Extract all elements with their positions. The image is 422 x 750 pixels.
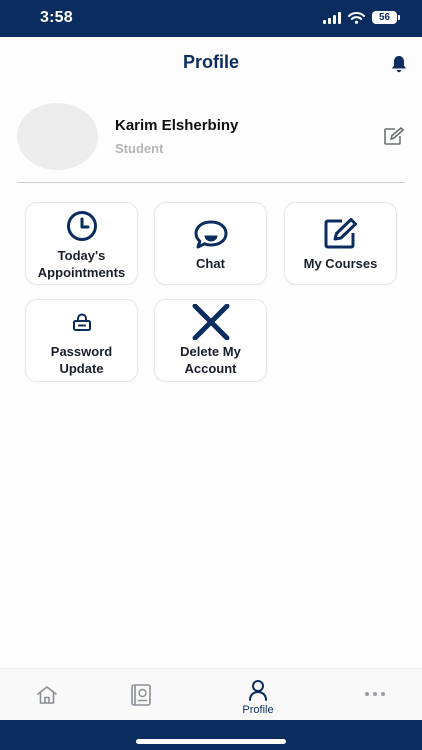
wifi-icon bbox=[348, 11, 365, 24]
chat-tile[interactable]: Chat bbox=[154, 202, 267, 285]
tile-label: My Courses bbox=[303, 256, 378, 271]
tab-profile-label: Profile bbox=[242, 704, 274, 716]
home-indicator-area bbox=[0, 720, 422, 750]
book-icon bbox=[131, 684, 151, 706]
status-icons: 56 bbox=[323, 11, 400, 24]
tab-bar: Profile bbox=[0, 668, 422, 720]
tab-home[interactable] bbox=[17, 669, 77, 721]
bell-icon[interactable] bbox=[389, 54, 409, 74]
tab-more[interactable] bbox=[345, 669, 405, 721]
edit-note-icon bbox=[324, 218, 357, 249]
todays-appointments-tile[interactable]: Today's Appointments bbox=[25, 202, 138, 285]
clock-icon bbox=[66, 211, 97, 241]
person-icon bbox=[249, 680, 267, 701]
tile-label: Chat bbox=[196, 256, 225, 271]
user-name: Karim Elsherbiny bbox=[115, 117, 239, 134]
lock-icon bbox=[72, 313, 91, 331]
chat-bubble-icon bbox=[194, 220, 227, 249]
divider bbox=[17, 182, 405, 183]
page-title: Profile bbox=[182, 52, 239, 72]
home-indicator[interactable] bbox=[136, 739, 286, 744]
tab-profile[interactable]: Profile bbox=[228, 669, 288, 721]
home-icon bbox=[37, 686, 57, 704]
cellular-signal-icon bbox=[323, 11, 341, 24]
battery-icon: 56 bbox=[372, 11, 400, 24]
password-update-tile[interactable]: Password Update bbox=[25, 299, 138, 382]
more-dots-icon bbox=[365, 692, 385, 696]
tile-label: Delete My Account bbox=[180, 344, 241, 376]
user-role: Student bbox=[115, 141, 164, 156]
edit-profile-icon[interactable] bbox=[383, 126, 405, 146]
status-bar: 3:58 56 bbox=[0, 0, 422, 37]
tab-courses[interactable] bbox=[111, 669, 171, 721]
avatar[interactable] bbox=[17, 103, 98, 170]
close-x-icon bbox=[192, 304, 229, 340]
my-courses-tile[interactable]: My Courses bbox=[284, 202, 397, 285]
battery-level: 56 bbox=[372, 11, 397, 24]
delete-account-tile[interactable]: Delete My Account bbox=[154, 299, 267, 382]
tile-label: Password Update bbox=[50, 344, 113, 376]
status-time: 3:58 bbox=[40, 9, 73, 26]
tile-label: Today's Appointments bbox=[37, 248, 126, 280]
